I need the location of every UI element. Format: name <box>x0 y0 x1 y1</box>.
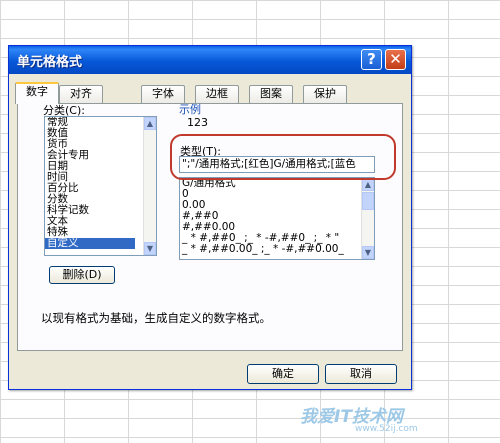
tab-border[interactable]: 边框 <box>195 85 239 103</box>
delete-button[interactable]: 删除(D) <box>49 266 115 284</box>
list-item[interactable]: 0 <box>180 189 374 200</box>
category-list[interactable]: 常规 数值 货币 会计专用 日期 时间 百分比 分数 科学记数 文本 特殊 自定… <box>44 116 157 256</box>
format-cells-dialog: 单元格格式 ? ✕ 数字 对齐 字体 边框 图案 保护 分类(C): 常规 数值… <box>8 45 412 390</box>
list-item[interactable]: G/通用格式 <box>180 178 374 189</box>
dialog-title: 单元格格式 <box>17 55 83 70</box>
scroll-down-icon[interactable]: ▼ <box>362 246 374 259</box>
sample-value: 123 <box>187 116 208 129</box>
tab-patterns[interactable]: 图案 <box>249 85 293 103</box>
list-item[interactable]: _ * #,##0.00_ ;_ * -#,##0.00_ <box>180 244 374 255</box>
sample-label: 示例 <box>179 103 201 116</box>
scroll-up-icon[interactable]: ▲ <box>362 178 374 191</box>
tab-number[interactable]: 数字 <box>15 82 59 104</box>
type-input[interactable]: ";"/通用格式;[红色]G/通用格式;[蓝色 <box>179 156 375 173</box>
scroll-thumb[interactable] <box>362 192 374 210</box>
type-scrollbar[interactable]: ▲ ▼ <box>361 178 374 259</box>
dialog-titlebar[interactable]: 单元格格式 ? ✕ <box>9 46 411 74</box>
scroll-up-icon[interactable]: ▲ <box>144 117 156 130</box>
list-item-selected[interactable]: 自定义 <box>45 238 135 249</box>
scroll-down-icon[interactable]: ▼ <box>144 242 156 255</box>
help-icon[interactable]: ? <box>361 49 382 70</box>
cancel-button[interactable]: 取消 <box>325 364 397 384</box>
close-icon[interactable]: ✕ <box>385 49 406 70</box>
description-text: 以现有格式为基础，生成自定义的数字格式。 <box>41 311 271 325</box>
tab-alignment[interactable]: 对齐 <box>59 85 103 103</box>
category-scrollbar[interactable]: ▲ ▼ <box>143 117 156 255</box>
ok-button[interactable]: 确定 <box>247 364 319 384</box>
tab-protection[interactable]: 保护 <box>303 85 347 103</box>
watermark-url: www.52ij.com <box>355 424 418 434</box>
type-list[interactable]: G/通用格式 0 0.00 #,##0 #,##0.00 _ * #,##0_ … <box>179 177 375 260</box>
